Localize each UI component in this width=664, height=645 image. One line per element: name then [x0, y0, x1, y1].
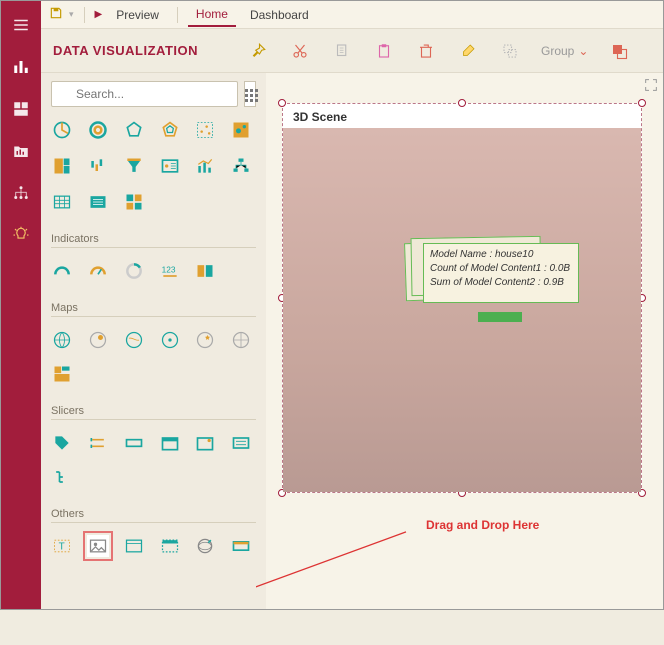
- date-slicer-icon[interactable]: [159, 432, 181, 454]
- tooltip-line: Model Name : house10: [430, 248, 572, 262]
- chart-icon-grid: [51, 115, 256, 213]
- card-chart-icon[interactable]: [159, 155, 181, 177]
- chevron-down-icon: ⌄: [578, 44, 588, 58]
- table-icon[interactable]: [51, 191, 73, 213]
- paste-icon[interactable]: [373, 40, 395, 62]
- hamburger-icon[interactable]: [11, 15, 31, 35]
- pentagon-chart-icon[interactable]: [123, 119, 145, 141]
- combo-chart-icon[interactable]: [194, 155, 216, 177]
- tooltip-stack: Mod Cou Sum Model Name : house10 Count o…: [423, 243, 583, 315]
- cut-icon[interactable]: [289, 40, 311, 62]
- resize-handle[interactable]: [458, 99, 466, 107]
- 3d-scene-icon[interactable]: [194, 535, 216, 557]
- gauge2-icon[interactable]: [87, 260, 109, 282]
- separator: [84, 7, 85, 23]
- donut-chart-icon[interactable]: [87, 119, 109, 141]
- widget-frame[interactable]: 3D Scene Mod Cou Sum Model Name : house1…: [282, 103, 642, 493]
- globe-star-icon[interactable]: [194, 329, 216, 351]
- preview-button[interactable]: Preview: [108, 4, 167, 26]
- group-label: Group: [541, 44, 574, 58]
- tooltip-line: Count of Model Content1 : 0.0B: [430, 262, 572, 276]
- group-dropdown[interactable]: Group ⌄: [541, 44, 588, 58]
- panel-icon[interactable]: [159, 535, 181, 557]
- section-others: Others: [51, 498, 256, 523]
- slicers-grid: [51, 428, 256, 454]
- treemap-icon[interactable]: [51, 155, 73, 177]
- section-maps: Maps: [51, 292, 256, 317]
- kpi-card-icon[interactable]: [194, 260, 216, 282]
- 3d-model-bar: [478, 312, 522, 322]
- tag-icon[interactable]: [51, 432, 73, 454]
- folder-chart-icon[interactable]: [11, 141, 31, 161]
- pie-chart-icon[interactable]: [51, 119, 73, 141]
- text-slicer-icon[interactable]: [123, 432, 145, 454]
- container-icon[interactable]: [230, 535, 252, 557]
- tooltip-card: Model Name : house10 Count of Model Cont…: [423, 243, 579, 303]
- dashboard-icon[interactable]: [11, 99, 31, 119]
- image-widget-icon[interactable]: [87, 535, 109, 557]
- org-chart-icon[interactable]: [230, 155, 252, 177]
- save-dropdown-caret[interactable]: ▾: [69, 9, 74, 20]
- grid-view-toggle[interactable]: [244, 81, 256, 107]
- save-icon[interactable]: [49, 6, 63, 23]
- copy-icon[interactable]: [331, 40, 353, 62]
- svg-text:T: T: [59, 541, 65, 552]
- section-slicers: Slicers: [51, 395, 256, 420]
- matrix-icon[interactable]: [123, 191, 145, 213]
- hierarchy-icon[interactable]: [11, 183, 31, 203]
- tooltip-line: Sum of Model Content2 : 0.9B: [430, 276, 572, 290]
- visualization-panel: Indicators 123 Maps: [41, 73, 266, 609]
- resize-handle[interactable]: [278, 99, 286, 107]
- resize-handle[interactable]: [638, 99, 646, 107]
- waterfall-icon[interactable]: [87, 155, 109, 177]
- progress-ring-icon[interactable]: [123, 260, 145, 282]
- tab-home[interactable]: Home: [188, 3, 236, 27]
- globe1-icon[interactable]: [51, 329, 73, 351]
- range-slicer-icon[interactable]: [87, 432, 109, 454]
- pin-icon[interactable]: [247, 40, 269, 62]
- 3d-scene-viewport[interactable]: Mod Cou Sum Model Name : house10 Count o…: [283, 128, 641, 492]
- globe-pin-icon[interactable]: [87, 329, 109, 351]
- scatter-chart-icon[interactable]: [194, 119, 216, 141]
- brush-icon[interactable]: [457, 40, 479, 62]
- kpi-number-icon[interactable]: 123: [159, 260, 181, 282]
- play-icon: ▶: [95, 9, 103, 20]
- radar-chart-icon[interactable]: [159, 119, 181, 141]
- list-slicer-icon[interactable]: [230, 432, 252, 454]
- lightbulb-icon[interactable]: [11, 225, 31, 245]
- group-icon[interactable]: [499, 40, 521, 62]
- tab-dashboard[interactable]: Dashboard: [242, 4, 317, 26]
- drag-and-drop-label: Drag and Drop Here: [426, 518, 539, 532]
- annotation-arrow: [256, 525, 436, 645]
- globe2-icon[interactable]: [123, 329, 145, 351]
- calendar-slicer-icon[interactable]: [194, 432, 216, 454]
- svg-text:123: 123: [161, 265, 175, 275]
- maps-grid: [51, 325, 256, 351]
- menu-bar: ▾ ▶ Preview Home Dashboard: [41, 1, 663, 29]
- funnel-icon[interactable]: [123, 155, 145, 177]
- design-canvas[interactable]: 3D Scene Mod Cou Sum Model Name : house1…: [266, 73, 663, 609]
- tree-slicer-icon[interactable]: [51, 466, 73, 488]
- indicators-grid: 123: [51, 256, 256, 282]
- bubble-chart-icon[interactable]: [230, 119, 252, 141]
- list-icon[interactable]: [87, 191, 109, 213]
- globe3-icon[interactable]: [159, 329, 181, 351]
- page-title: DATA VISUALIZATION: [53, 43, 233, 58]
- delete-icon[interactable]: [415, 40, 437, 62]
- map-tile-icon[interactable]: [51, 363, 73, 385]
- browser-icon[interactable]: [123, 535, 145, 557]
- widget-title: 3D Scene: [293, 110, 347, 124]
- toolbar: DATA VISUALIZATION: [41, 29, 663, 73]
- section-indicators: Indicators: [51, 223, 256, 248]
- overlap-icon[interactable]: [608, 40, 630, 62]
- chart-icon[interactable]: [11, 57, 31, 77]
- globe-grey-icon[interactable]: [230, 329, 252, 351]
- fullscreen-icon[interactable]: [643, 77, 659, 98]
- others-grid: T: [51, 531, 256, 557]
- separator: [177, 7, 178, 23]
- gauge-icon[interactable]: [51, 260, 73, 282]
- left-nav-rail: [1, 1, 41, 609]
- search-input[interactable]: [51, 81, 238, 107]
- textbox-icon[interactable]: T: [51, 535, 73, 557]
